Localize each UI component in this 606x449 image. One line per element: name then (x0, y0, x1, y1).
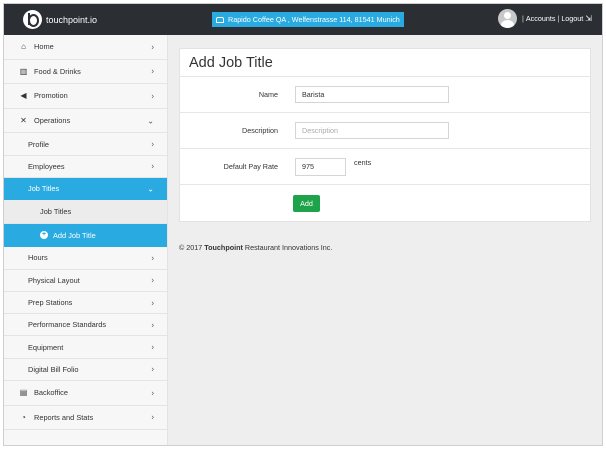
sidebar-item-label: Performance Standards (28, 320, 107, 330)
location-selector[interactable]: Rapido Coffee QA , Welfenstrasse 114, 81… (212, 12, 404, 27)
sidebar-item-promotion[interactable]: ◀ Promotion › (4, 84, 167, 109)
sidebar-item-operations[interactable]: ✕ Operations ⌄ (4, 109, 167, 134)
sidebar-item-label: Promotion (34, 91, 68, 101)
sidebar-item-prep-stations[interactable]: Prep Stations › (4, 292, 167, 315)
sidebar-item-label: Employees (28, 161, 65, 171)
sidebar-item-performance-standards[interactable]: Performance Standards › (4, 314, 167, 337)
chevron-right-icon: › (151, 275, 154, 285)
chevron-down-icon: ⌄ (147, 184, 154, 194)
sidebar-item-hours[interactable]: Hours › (4, 247, 167, 270)
description-field[interactable] (295, 122, 449, 139)
book-icon: ▥ (19, 66, 28, 76)
add-job-title-card: Add Job Title Name Description Default P… (179, 48, 591, 222)
sidebar-item-label: Equipment (28, 342, 64, 352)
sidebar-item-label: Job Titles (40, 207, 72, 217)
description-label: Description (242, 126, 278, 135)
sidebar-item-label: Operations (34, 116, 71, 126)
touchpoint-logo-icon (23, 10, 42, 29)
footer-copyright: © 2017 (179, 243, 203, 252)
briefcase-icon: ▤ (19, 388, 28, 398)
button-row: Add (180, 185, 590, 221)
sidebar-item-job-titles-list[interactable]: Job Titles (4, 200, 167, 224)
chevron-right-icon: › (151, 139, 154, 149)
sidebar-item-employees[interactable]: Employees › (4, 156, 167, 178)
tools-icon: ✕ (20, 116, 27, 126)
logout-link[interactable]: Logout (561, 14, 583, 23)
sidebar-item-reports[interactable]: ◔ Reports and Stats › (4, 406, 167, 431)
megaphone-icon: ◀ (20, 91, 27, 101)
sidebar-item-home[interactable]: ⌂ Home › (4, 35, 167, 60)
chevron-right-icon: › (151, 66, 154, 76)
accounts-link[interactable]: Accounts (526, 14, 556, 23)
sidebar-item-label: Food & Drinks (34, 66, 81, 76)
user-menu: | Accounts | Logout ⇲ (497, 9, 592, 28)
sidebar-item-label: Add Job Title (53, 230, 96, 240)
sidebar-item-label: Physical Layout (28, 275, 80, 285)
top-bar: touchpoint.io Rapido Coffee QA , Welfens… (4, 4, 602, 35)
app-window: touchpoint.io Rapido Coffee QA , Welfens… (3, 3, 603, 446)
chevron-right-icon: › (151, 253, 154, 263)
gauge-icon: ◔ (21, 412, 26, 422)
chevron-right-icon: › (151, 320, 154, 330)
main-content: Add Job Title Name Description Default P… (179, 48, 591, 252)
sidebar-item-label: Backoffice (34, 388, 68, 398)
sidebar-item-digital-bill-folio[interactable]: Digital Bill Folio › (4, 359, 167, 382)
avatar[interactable] (497, 9, 517, 28)
sidebar-item-label: Home (34, 42, 54, 52)
brand[interactable]: touchpoint.io (23, 10, 97, 29)
sidebar-item-physical-layout[interactable]: Physical Layout › (4, 270, 167, 292)
sidebar-item-food-drinks[interactable]: ▥ Food & Drinks › (4, 60, 167, 85)
sidebar-item-label: Prep Stations (28, 298, 73, 307)
separator: | (557, 14, 560, 23)
store-icon (216, 16, 224, 23)
pay-rate-row: Default Pay Rate cents (180, 149, 590, 185)
sidebar-item-equipment[interactable]: Equipment › (4, 336, 167, 359)
chevron-right-icon: › (151, 342, 154, 352)
name-label: Name (258, 90, 278, 99)
pay-rate-field[interactable] (295, 157, 346, 176)
logout-icon[interactable]: ⇲ (585, 14, 592, 23)
sidebar-item-label: Hours (28, 253, 48, 263)
chevron-down-icon: ⌄ (147, 116, 154, 126)
page-title: Add Job Title (180, 49, 590, 77)
brand-name: touchpoint.io (46, 14, 98, 25)
sidebar-item-label: Job Titles (28, 184, 60, 194)
chevron-right-icon: › (151, 42, 154, 52)
sidebar-item-label: Reports and Stats (34, 412, 94, 422)
plus-circle-icon: + (40, 231, 48, 240)
sidebar-item-add-job-title[interactable]: + Add Job Title (4, 223, 167, 248)
sidebar: ⌂ Home › ▥ Food & Drinks › ◀ Promotion ›… (4, 35, 168, 445)
chevron-right-icon: › (151, 91, 154, 101)
sidebar-item-profile[interactable]: Profile › (4, 133, 167, 156)
location-label: Rapido Coffee QA , Welfenstrasse 114, 81… (228, 15, 400, 24)
separator: | (521, 14, 524, 23)
chevron-right-icon: › (151, 161, 154, 171)
sidebar-item-label: Profile (28, 139, 49, 149)
home-icon: ⌂ (21, 42, 26, 52)
chevron-right-icon: › (151, 364, 154, 374)
pay-rate-label: Default Pay Rate (223, 162, 278, 171)
cents-label: cents (354, 157, 372, 167)
sidebar-item-backoffice[interactable]: ▤ Backoffice › (4, 381, 167, 406)
name-row: Name (180, 77, 590, 113)
chevron-right-icon: › (151, 298, 154, 307)
chevron-right-icon: › (151, 412, 154, 422)
add-button[interactable]: Add (293, 194, 320, 212)
description-row: Description (180, 113, 590, 149)
footer: © 2017 Touchpoint Restaurant Innovations… (179, 243, 591, 252)
sidebar-item-job-titles[interactable]: Job Titles ⌄ (4, 177, 167, 201)
footer-company: Touchpoint (204, 243, 243, 252)
name-field[interactable] (295, 86, 449, 103)
footer-suffix: Restaurant Innovations Inc. (244, 243, 333, 252)
chevron-right-icon: › (151, 388, 154, 398)
sidebar-item-label: Digital Bill Folio (28, 364, 79, 374)
